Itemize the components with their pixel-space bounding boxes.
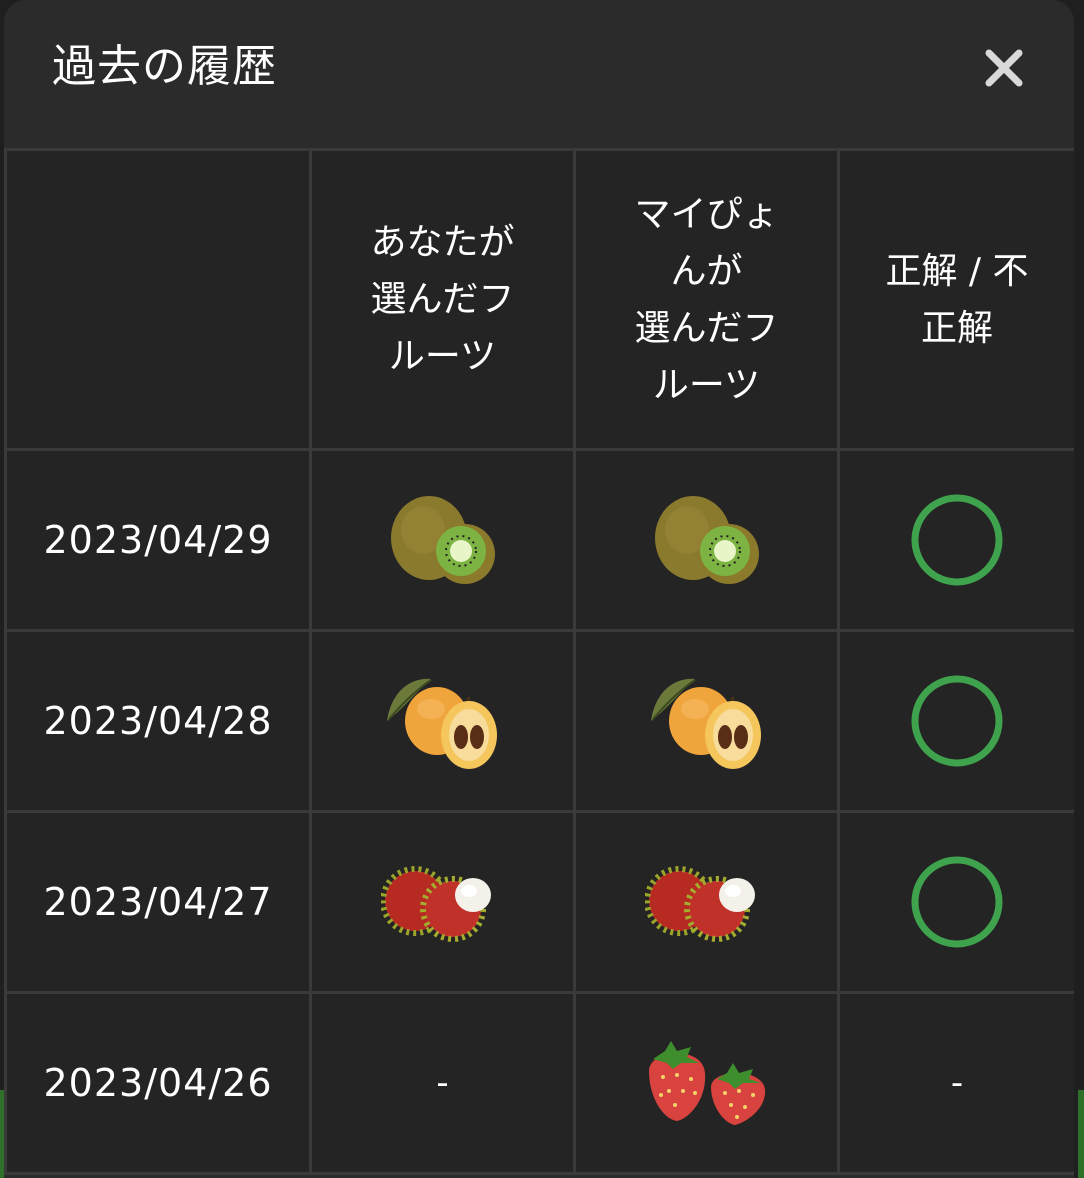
header-mypyon-fruit: マイぴょ んが 選んだフ ルーツ: [573, 148, 840, 451]
correct-circle-icon: [911, 856, 1003, 948]
header-date: [4, 148, 312, 451]
close-button[interactable]: [982, 46, 1026, 90]
history-modal: 過去の履歴 あなたが 選んだフ ルーツ マイぴょ んが 選んだフ ルーツ 正解 …: [4, 0, 1074, 1178]
header-result: 正解 / 不 正解: [837, 148, 1074, 451]
loquat-icon: [650, 678, 761, 769]
your-fruit-cell: [309, 629, 576, 813]
history-table: あなたが 選んだフ ルーツ マイぴょ んが 選んだフ ルーツ 正解 / 不 正解…: [4, 148, 1074, 1175]
modal-title: 過去の履歴: [52, 41, 277, 92]
mypyon-fruit-cell: [573, 448, 840, 632]
result-cell: [837, 810, 1074, 994]
table-row: 2023/04/28: [4, 629, 1074, 813]
loquat-icon: [386, 678, 497, 769]
close-icon: [985, 49, 1023, 87]
kiwi-icon: [654, 496, 759, 584]
strawberry-icon: [648, 1041, 765, 1125]
row-date: 2023/04/29: [4, 448, 312, 632]
your-fruit-empty: -: [309, 991, 576, 1175]
header-mypyon-fruit-label: マイぴょ んが 選んだフ ルーツ: [634, 193, 779, 406]
table-row: 2023/04/29: [4, 448, 1074, 632]
row-date: 2023/04/28: [4, 629, 312, 813]
rambutan-icon: [380, 866, 491, 942]
mypyon-fruit-cell: [573, 991, 840, 1175]
your-fruit-cell: [309, 810, 576, 994]
modal-header: 過去の履歴: [4, 0, 1074, 150]
mypyon-fruit-cell: [573, 810, 840, 994]
result-cell: [837, 629, 1074, 813]
result-cell: [837, 448, 1074, 632]
table-row: 2023/04/27: [4, 810, 1074, 994]
result-empty: -: [837, 991, 1074, 1175]
header-your-fruit: あなたが 選んだフ ルーツ: [309, 148, 576, 451]
kiwi-icon: [390, 496, 495, 584]
correct-circle-icon: [911, 494, 1003, 586]
background-edge-right: [1078, 1090, 1084, 1178]
table-row: 2023/04/26 - -: [4, 991, 1074, 1175]
row-date: 2023/04/26: [4, 991, 312, 1175]
header-your-fruit-label: あなたが 選んだフ ルーツ: [370, 222, 515, 377]
mypyon-fruit-cell: [573, 629, 840, 813]
header-row: あなたが 選んだフ ルーツ マイぴょ んが 選んだフ ルーツ 正解 / 不 正解: [4, 148, 1074, 451]
rambutan-icon: [644, 866, 755, 942]
header-result-label: 正解 / 不 正解: [885, 250, 1029, 349]
correct-circle-icon: [911, 675, 1003, 767]
row-date: 2023/04/27: [4, 810, 312, 994]
your-fruit-cell: [309, 448, 576, 632]
